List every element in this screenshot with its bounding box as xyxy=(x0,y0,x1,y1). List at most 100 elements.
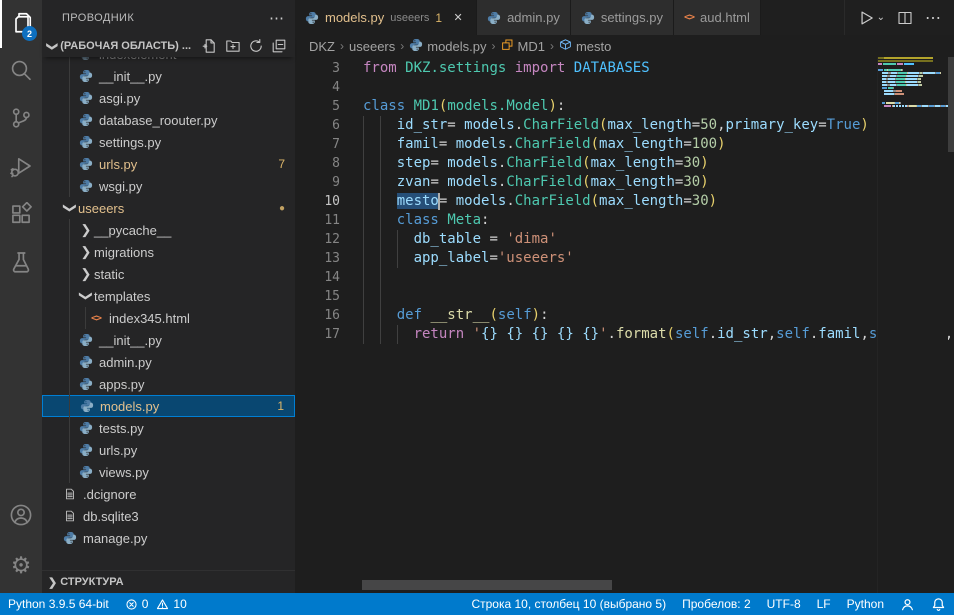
breadcrumb-item-MD1[interactable]: MD1 xyxy=(501,38,545,54)
status-eol[interactable]: LF xyxy=(809,593,839,615)
tree-file-apps.py[interactable]: apps.py xyxy=(42,373,295,395)
tab-settings.py[interactable]: settings.py xyxy=(571,0,674,35)
breadcrumb-item-mesto[interactable]: mesto xyxy=(559,38,611,54)
tree-file-models.py[interactable]: models.py1 xyxy=(42,395,295,417)
collapse-all-icon[interactable] xyxy=(271,38,287,54)
status-python-interpreter[interactable]: Python 3.9.5 64-bit xyxy=(0,593,117,615)
status-notifications[interactable] xyxy=(923,593,954,615)
code-text: app_label='useeers' xyxy=(363,249,574,268)
new-file-icon[interactable] xyxy=(202,38,218,54)
chevron-down-icon: ❯ xyxy=(46,41,59,50)
activity-bar-item-source-control[interactable] xyxy=(0,96,42,144)
status-cursor-position[interactable]: Строка 10, столбец 10 (выбрано 5) xyxy=(463,593,674,615)
code-line: 17 return '{} {} {} {} {}'.format(self.i… xyxy=(295,325,878,344)
chevron-right-icon: › xyxy=(492,39,496,53)
code-editor[interactable]: 3from DKZ.settings import DATABASES45cla… xyxy=(295,57,954,593)
tree-item-label: db.sqlite3 xyxy=(83,509,139,524)
activity-bar-item-testing[interactable] xyxy=(0,240,42,288)
activity-badge: 2 xyxy=(22,26,37,41)
python-icon xyxy=(78,57,94,62)
more-actions[interactable]: ⋯ xyxy=(925,8,942,28)
tree-folder-static[interactable]: ❯static xyxy=(42,263,295,285)
tree-file-settings.py[interactable]: settings.py xyxy=(42,131,295,153)
tree-folder-useeers[interactable]: ❯useeers● xyxy=(42,197,295,219)
code-line: 8 step= models.CharField(max_length=30) xyxy=(295,154,878,173)
tree-file-indexelement[interactable]: indexelement xyxy=(42,57,295,65)
tree-file-__init__.py[interactable]: __init__.py xyxy=(42,65,295,87)
activity-bar-item-run-and-debug[interactable] xyxy=(0,144,42,192)
line-number: 13 xyxy=(295,249,340,268)
status-problems[interactable]: 010 xyxy=(117,593,195,615)
breadcrumb-item-DKZ[interactable]: DKZ xyxy=(309,39,335,54)
tree-file-__init__.py[interactable]: __init__.py xyxy=(42,329,295,351)
vertical-scrollbar[interactable] xyxy=(948,57,954,152)
activity-bar: 2⚙ xyxy=(0,0,42,593)
outline-section-header[interactable]: ❯ СТРУКТУРА xyxy=(42,570,295,593)
indent-guide xyxy=(363,268,364,287)
line-number: 12 xyxy=(295,230,340,249)
tree-item-label: indexelement xyxy=(99,57,176,62)
tree-file-views.py[interactable]: views.py xyxy=(42,461,295,483)
new-folder-icon[interactable] xyxy=(225,38,241,54)
feedback-icon xyxy=(900,597,915,612)
python-icon xyxy=(62,530,78,546)
status-language-mode[interactable]: Python xyxy=(839,593,892,615)
status-bar: Python 3.9.5 64-bit010 Строка 10, столбец… xyxy=(0,593,954,615)
status-label: Строка 10, столбец 10 (выбрано 5) xyxy=(471,597,666,611)
code-text: famil= models.CharField(max_length=100) xyxy=(363,135,726,154)
tree-folder-templates[interactable]: ❯templates xyxy=(42,285,295,307)
split-editor[interactable] xyxy=(897,10,913,26)
python-icon xyxy=(581,11,595,25)
tree-file-urls.py[interactable]: urls.py7 xyxy=(42,153,295,175)
activity-bar-item-extensions[interactable] xyxy=(0,192,42,240)
views-more-actions-icon[interactable]: ⋯ xyxy=(269,9,285,27)
status-encoding[interactable]: UTF-8 xyxy=(759,593,809,615)
tree-item-label: migrations xyxy=(94,245,154,260)
tab-problems-badge: 1 xyxy=(435,11,442,25)
tree-file-tests.py[interactable]: tests.py xyxy=(42,417,295,439)
close-icon[interactable]: ✕ xyxy=(450,10,466,26)
tree-folder-__pycache__[interactable]: ❯__pycache__ xyxy=(42,219,295,241)
line-number: 16 xyxy=(295,306,340,325)
activity-bar-item-accounts[interactable] xyxy=(0,493,42,541)
code-line: 3from DKZ.settings import DATABASES xyxy=(295,59,878,78)
tree-item-label: .dcignore xyxy=(83,487,136,502)
line-number: 14 xyxy=(295,268,340,287)
tree-item-label: index345.html xyxy=(109,311,190,326)
horizontal-scrollbar[interactable] xyxy=(362,580,612,590)
status-feedback[interactable] xyxy=(892,593,923,615)
breadcrumb-label: DKZ xyxy=(309,39,335,54)
tab-aud.html[interactable]: <>aud.html xyxy=(674,0,761,35)
breadcrumb-item-models.py[interactable]: models.py xyxy=(409,38,486,55)
line-number: 5 xyxy=(295,97,340,116)
refresh-icon[interactable] xyxy=(248,38,264,54)
beaker-icon xyxy=(9,250,33,279)
python-icon xyxy=(78,354,94,370)
tree-folder-migrations[interactable]: ❯migrations xyxy=(42,241,295,263)
activity-bar-item-explorer[interactable]: 2 xyxy=(0,0,42,48)
status-indentation[interactable]: Пробелов: 2 xyxy=(674,593,759,615)
breadcrumb-item-useeers[interactable]: useeers xyxy=(349,39,395,54)
activity-bar-item-settings[interactable]: ⚙ xyxy=(0,541,42,589)
tree-file-.dcignore[interactable]: .dcignore xyxy=(42,483,295,505)
code-text: from DKZ.settings import DATABASES xyxy=(363,59,650,78)
tree-file-manage.py[interactable]: manage.py xyxy=(42,527,295,549)
tree-file-admin.py[interactable]: admin.py xyxy=(42,351,295,373)
html-icon: <> xyxy=(684,12,694,23)
activity-bar-item-search[interactable] xyxy=(0,48,42,96)
tree-file-urls.py[interactable]: urls.py xyxy=(42,439,295,461)
tree-file-asgi.py[interactable]: asgi.py xyxy=(42,87,295,109)
workspace-section-header[interactable]: ❯ (РАБОЧАЯ ОБЛАСТЬ) ... xyxy=(42,35,295,57)
editor-group: models.pyuseeers1✕admin.pysettings.py<>a… xyxy=(295,0,954,593)
chevron-right-icon: ❯ xyxy=(78,266,94,282)
code-line: 7 famil= models.CharField(max_length=100… xyxy=(295,135,878,154)
tree-file-db.sqlite3[interactable]: db.sqlite3 xyxy=(42,505,295,527)
tree-file-database_roouter.py[interactable]: database_roouter.py xyxy=(42,109,295,131)
run-python-file[interactable]: ⌄ xyxy=(857,9,885,27)
tab-models.py[interactable]: models.pyuseeers1✕ xyxy=(295,0,477,35)
tree-file-index345.html[interactable]: <>index345.html xyxy=(42,307,295,329)
minimap[interactable] xyxy=(877,57,948,593)
tab-admin.py[interactable]: admin.py xyxy=(477,0,571,35)
tree-file-wsgi.py[interactable]: wsgi.py xyxy=(42,175,295,197)
tree-item-label: asgi.py xyxy=(99,91,140,106)
